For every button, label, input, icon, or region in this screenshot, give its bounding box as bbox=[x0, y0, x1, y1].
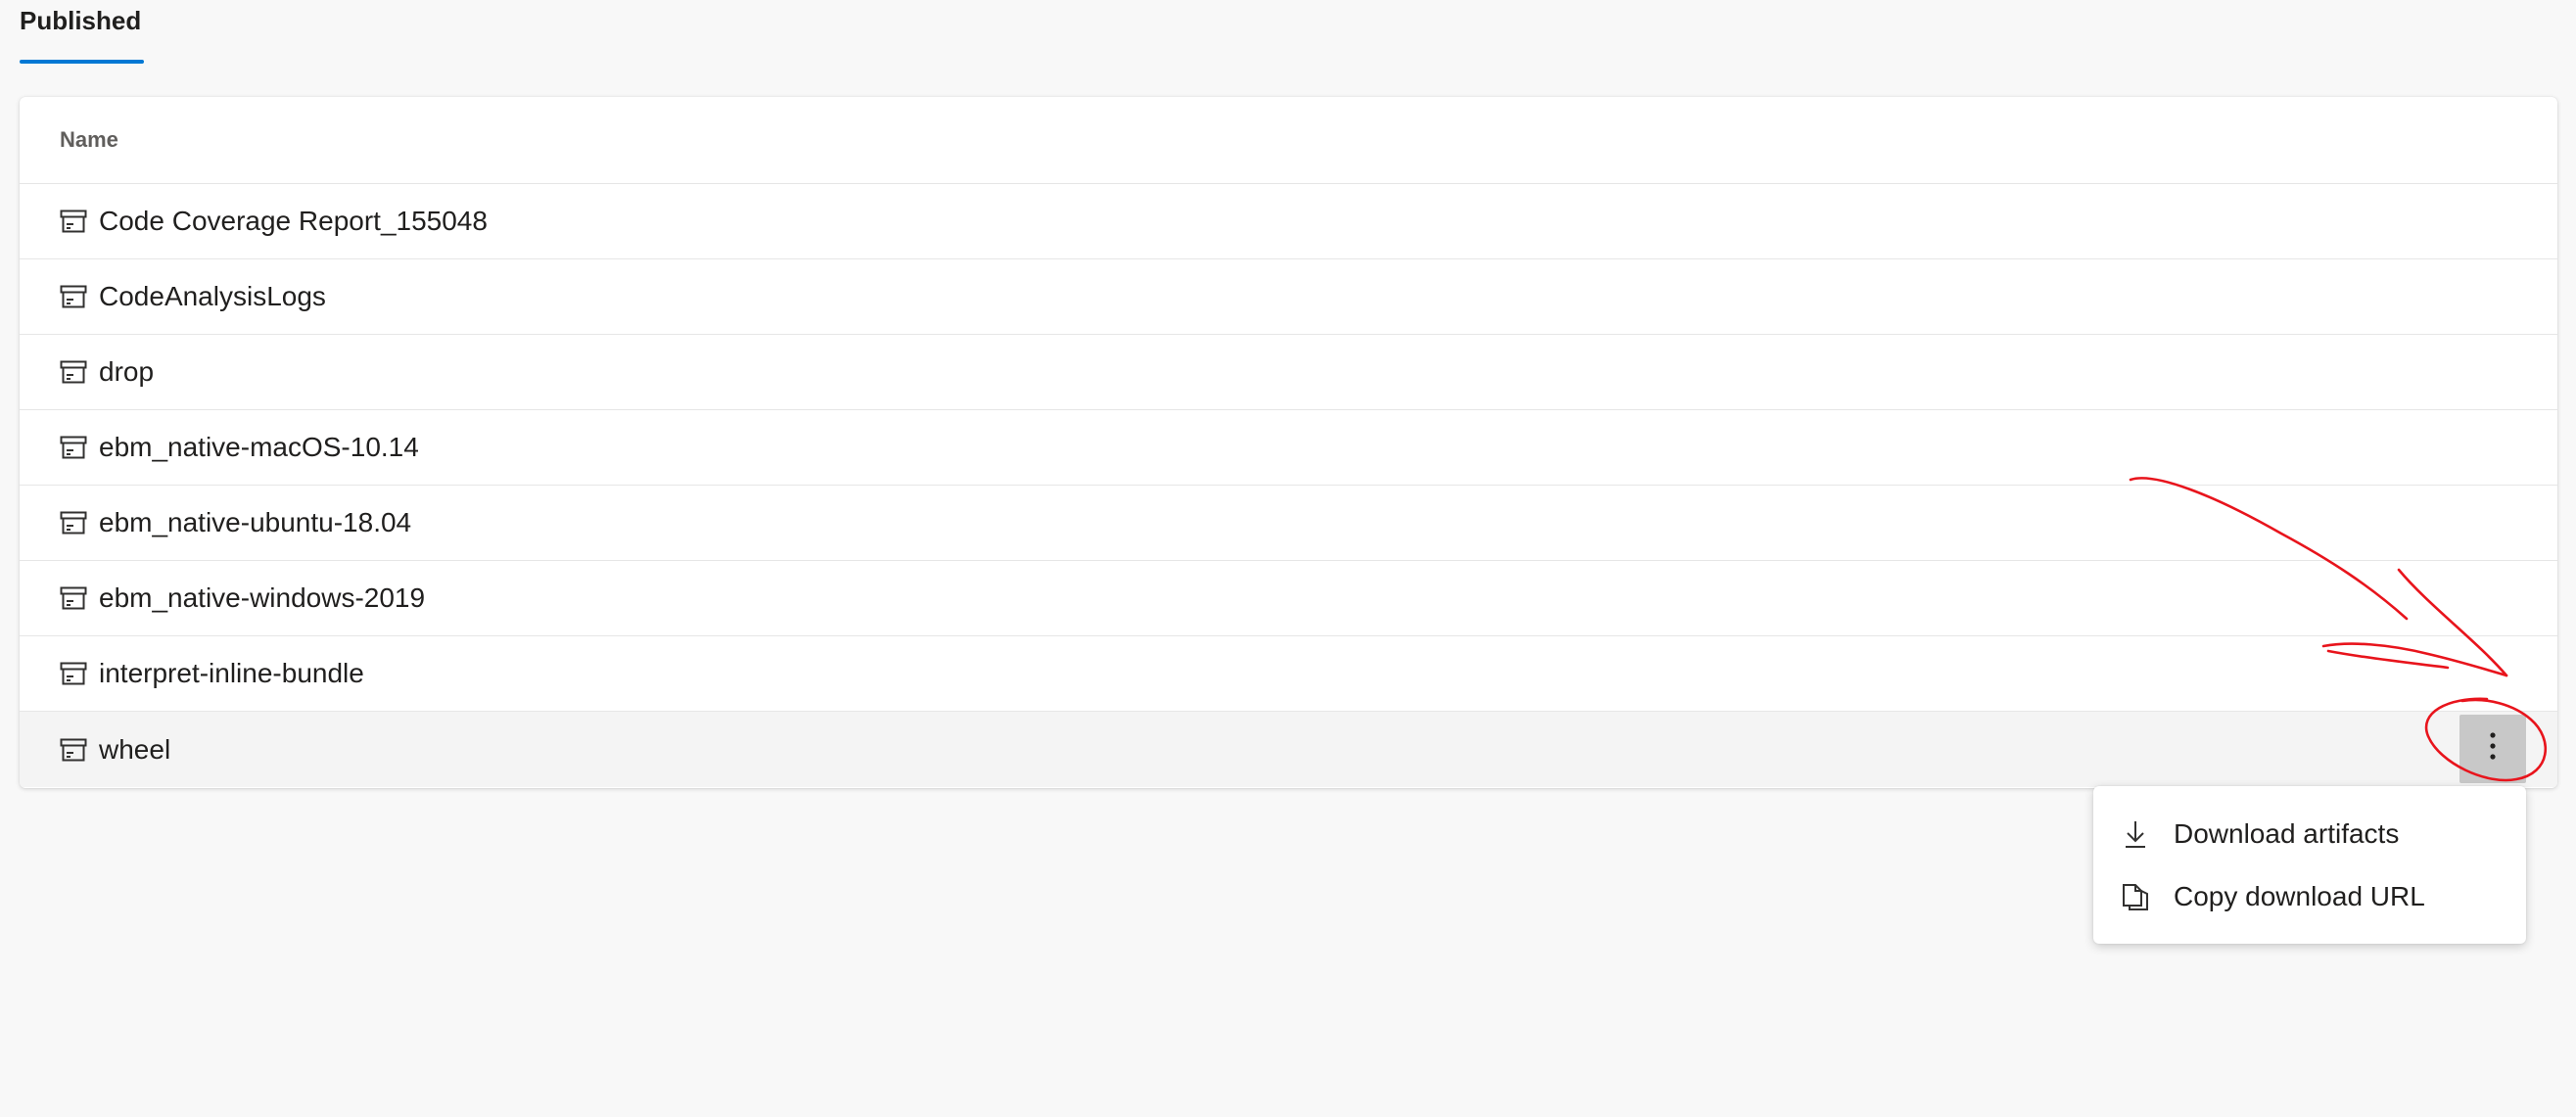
table-row[interactable]: wheel bbox=[20, 712, 2557, 787]
artifact-name[interactable]: ebm_native-macOS-10.14 bbox=[99, 432, 419, 463]
table-row[interactable]: CodeAnalysisLogs bbox=[20, 259, 2557, 335]
artifact-box-icon bbox=[60, 359, 87, 385]
menu-item-download-artifacts[interactable]: Download artifacts bbox=[2093, 803, 2526, 865]
table-row[interactable]: ebm_native-ubuntu-18.04 bbox=[20, 486, 2557, 561]
artifact-name[interactable]: drop bbox=[99, 356, 154, 388]
artifact-name[interactable]: ebm_native-windows-2019 bbox=[99, 582, 425, 614]
tab-published-label: Published bbox=[20, 6, 142, 35]
table-row[interactable]: ebm_native-macOS-10.14 bbox=[20, 410, 2557, 486]
tab-bar: Published bbox=[20, 0, 145, 69]
artifact-box-icon bbox=[60, 209, 87, 234]
table-row[interactable]: drop bbox=[20, 335, 2557, 410]
table-row[interactable]: ebm_native-windows-2019 bbox=[20, 561, 2557, 636]
artifact-box-icon bbox=[60, 661, 87, 686]
download-icon bbox=[2121, 818, 2150, 850]
artifact-box-icon bbox=[60, 737, 87, 763]
more-actions-button[interactable] bbox=[2459, 715, 2526, 783]
artifact-name[interactable]: CodeAnalysisLogs bbox=[99, 281, 326, 312]
table-row[interactable]: interpret-inline-bundle bbox=[20, 636, 2557, 712]
artifacts-table: Name Code Coverage Report_155048 CodeAna… bbox=[20, 97, 2557, 788]
copy-icon bbox=[2121, 881, 2150, 912]
artifact-name[interactable]: ebm_native-ubuntu-18.04 bbox=[99, 507, 411, 538]
more-vertical-icon bbox=[2489, 731, 2497, 768]
artifact-box-icon bbox=[60, 510, 87, 535]
tab-selected-indicator bbox=[20, 60, 145, 64]
artifact-name[interactable]: Code Coverage Report_155048 bbox=[99, 206, 488, 237]
table-row[interactable]: Code Coverage Report_155048 bbox=[20, 184, 2557, 259]
artifact-box-icon bbox=[60, 585, 87, 611]
artifact-context-menu: Download artifacts Copy download URL bbox=[2093, 786, 2526, 944]
menu-item-copy-download-url[interactable]: Copy download URL bbox=[2093, 865, 2526, 928]
column-header-name[interactable]: Name bbox=[20, 97, 2557, 184]
artifact-box-icon bbox=[60, 284, 87, 309]
artifact-box-icon bbox=[60, 435, 87, 460]
artifact-name[interactable]: interpret-inline-bundle bbox=[99, 658, 364, 689]
menu-item-label: Copy download URL bbox=[2174, 881, 2425, 911]
column-header-label: Name bbox=[60, 127, 118, 152]
menu-item-label: Download artifacts bbox=[2174, 818, 2400, 849]
artifact-name[interactable]: wheel bbox=[99, 734, 170, 766]
tab-published[interactable]: Published bbox=[20, 0, 145, 64]
